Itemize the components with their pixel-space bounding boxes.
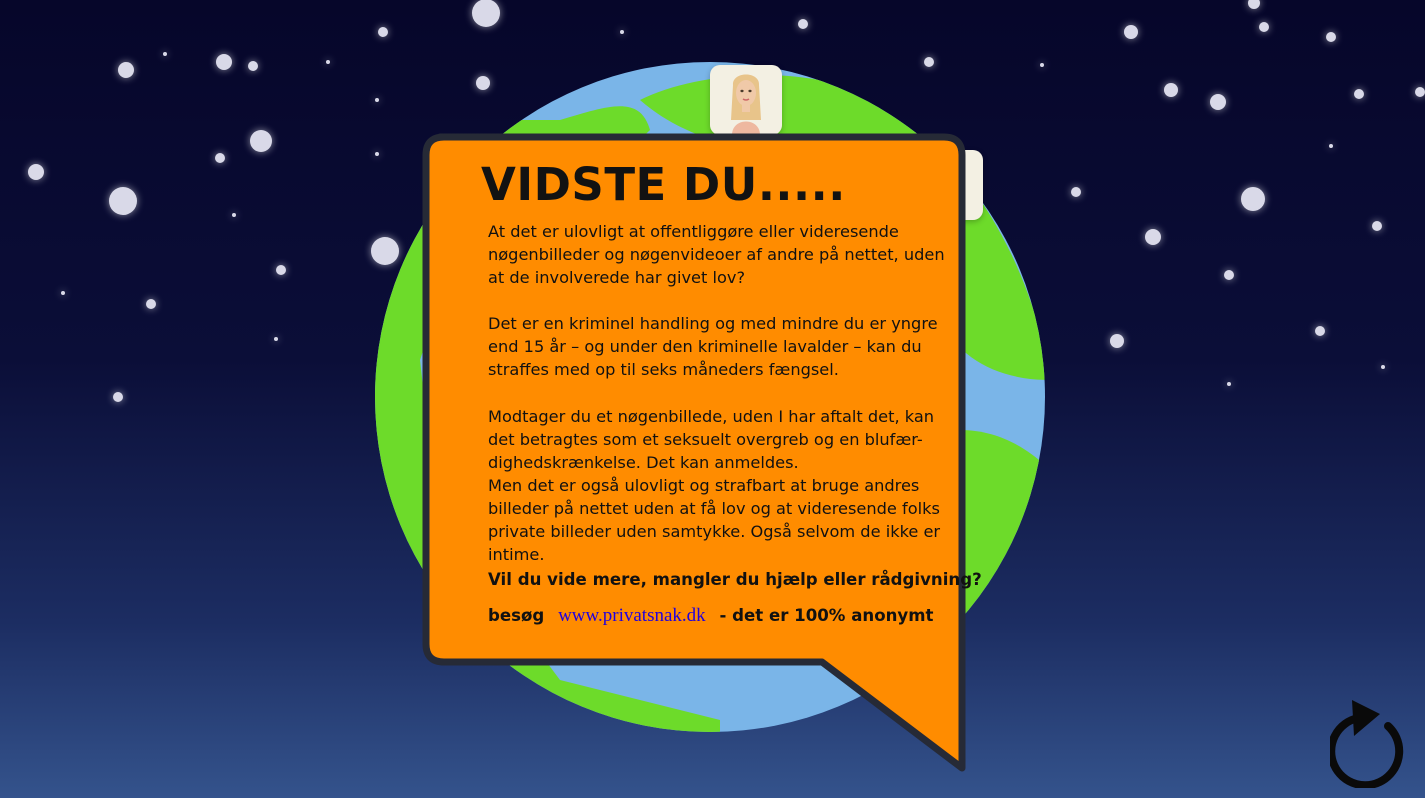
fact-paragraph: Det er en kriminel handling og med mindr…	[488, 314, 938, 380]
fact-panel: VIDSTE DU..... At det er ulovligt at off…	[440, 150, 982, 650]
fact-paragraph: At det er ulovligt at offentliggøre elle…	[488, 222, 945, 288]
help-question: Vil du vide mere, mangler du hjælp eller…	[488, 570, 982, 589]
visit-prefix: besøg	[488, 606, 545, 625]
visit-suffix: - det er 100% anonymt	[719, 606, 934, 625]
fact-title: VIDSTE DU.....	[481, 158, 846, 211]
fact-paragraph: Men det er også ulovligt og strafbart at…	[488, 475, 941, 565]
fact-paragraph: Modtager du et nøgenbillede, uden I har …	[488, 406, 935, 472]
fact-body: At det er ulovligt at offentliggøre elle…	[488, 220, 948, 566]
visit-line: besøg www.privatsnak.dk - det er 100% an…	[488, 605, 958, 627]
privatsnak-link[interactable]: www.privatsnak.dk	[558, 605, 706, 626]
restart-icon	[1327, 700, 1404, 790]
restart-button[interactable]	[1327, 700, 1410, 790]
